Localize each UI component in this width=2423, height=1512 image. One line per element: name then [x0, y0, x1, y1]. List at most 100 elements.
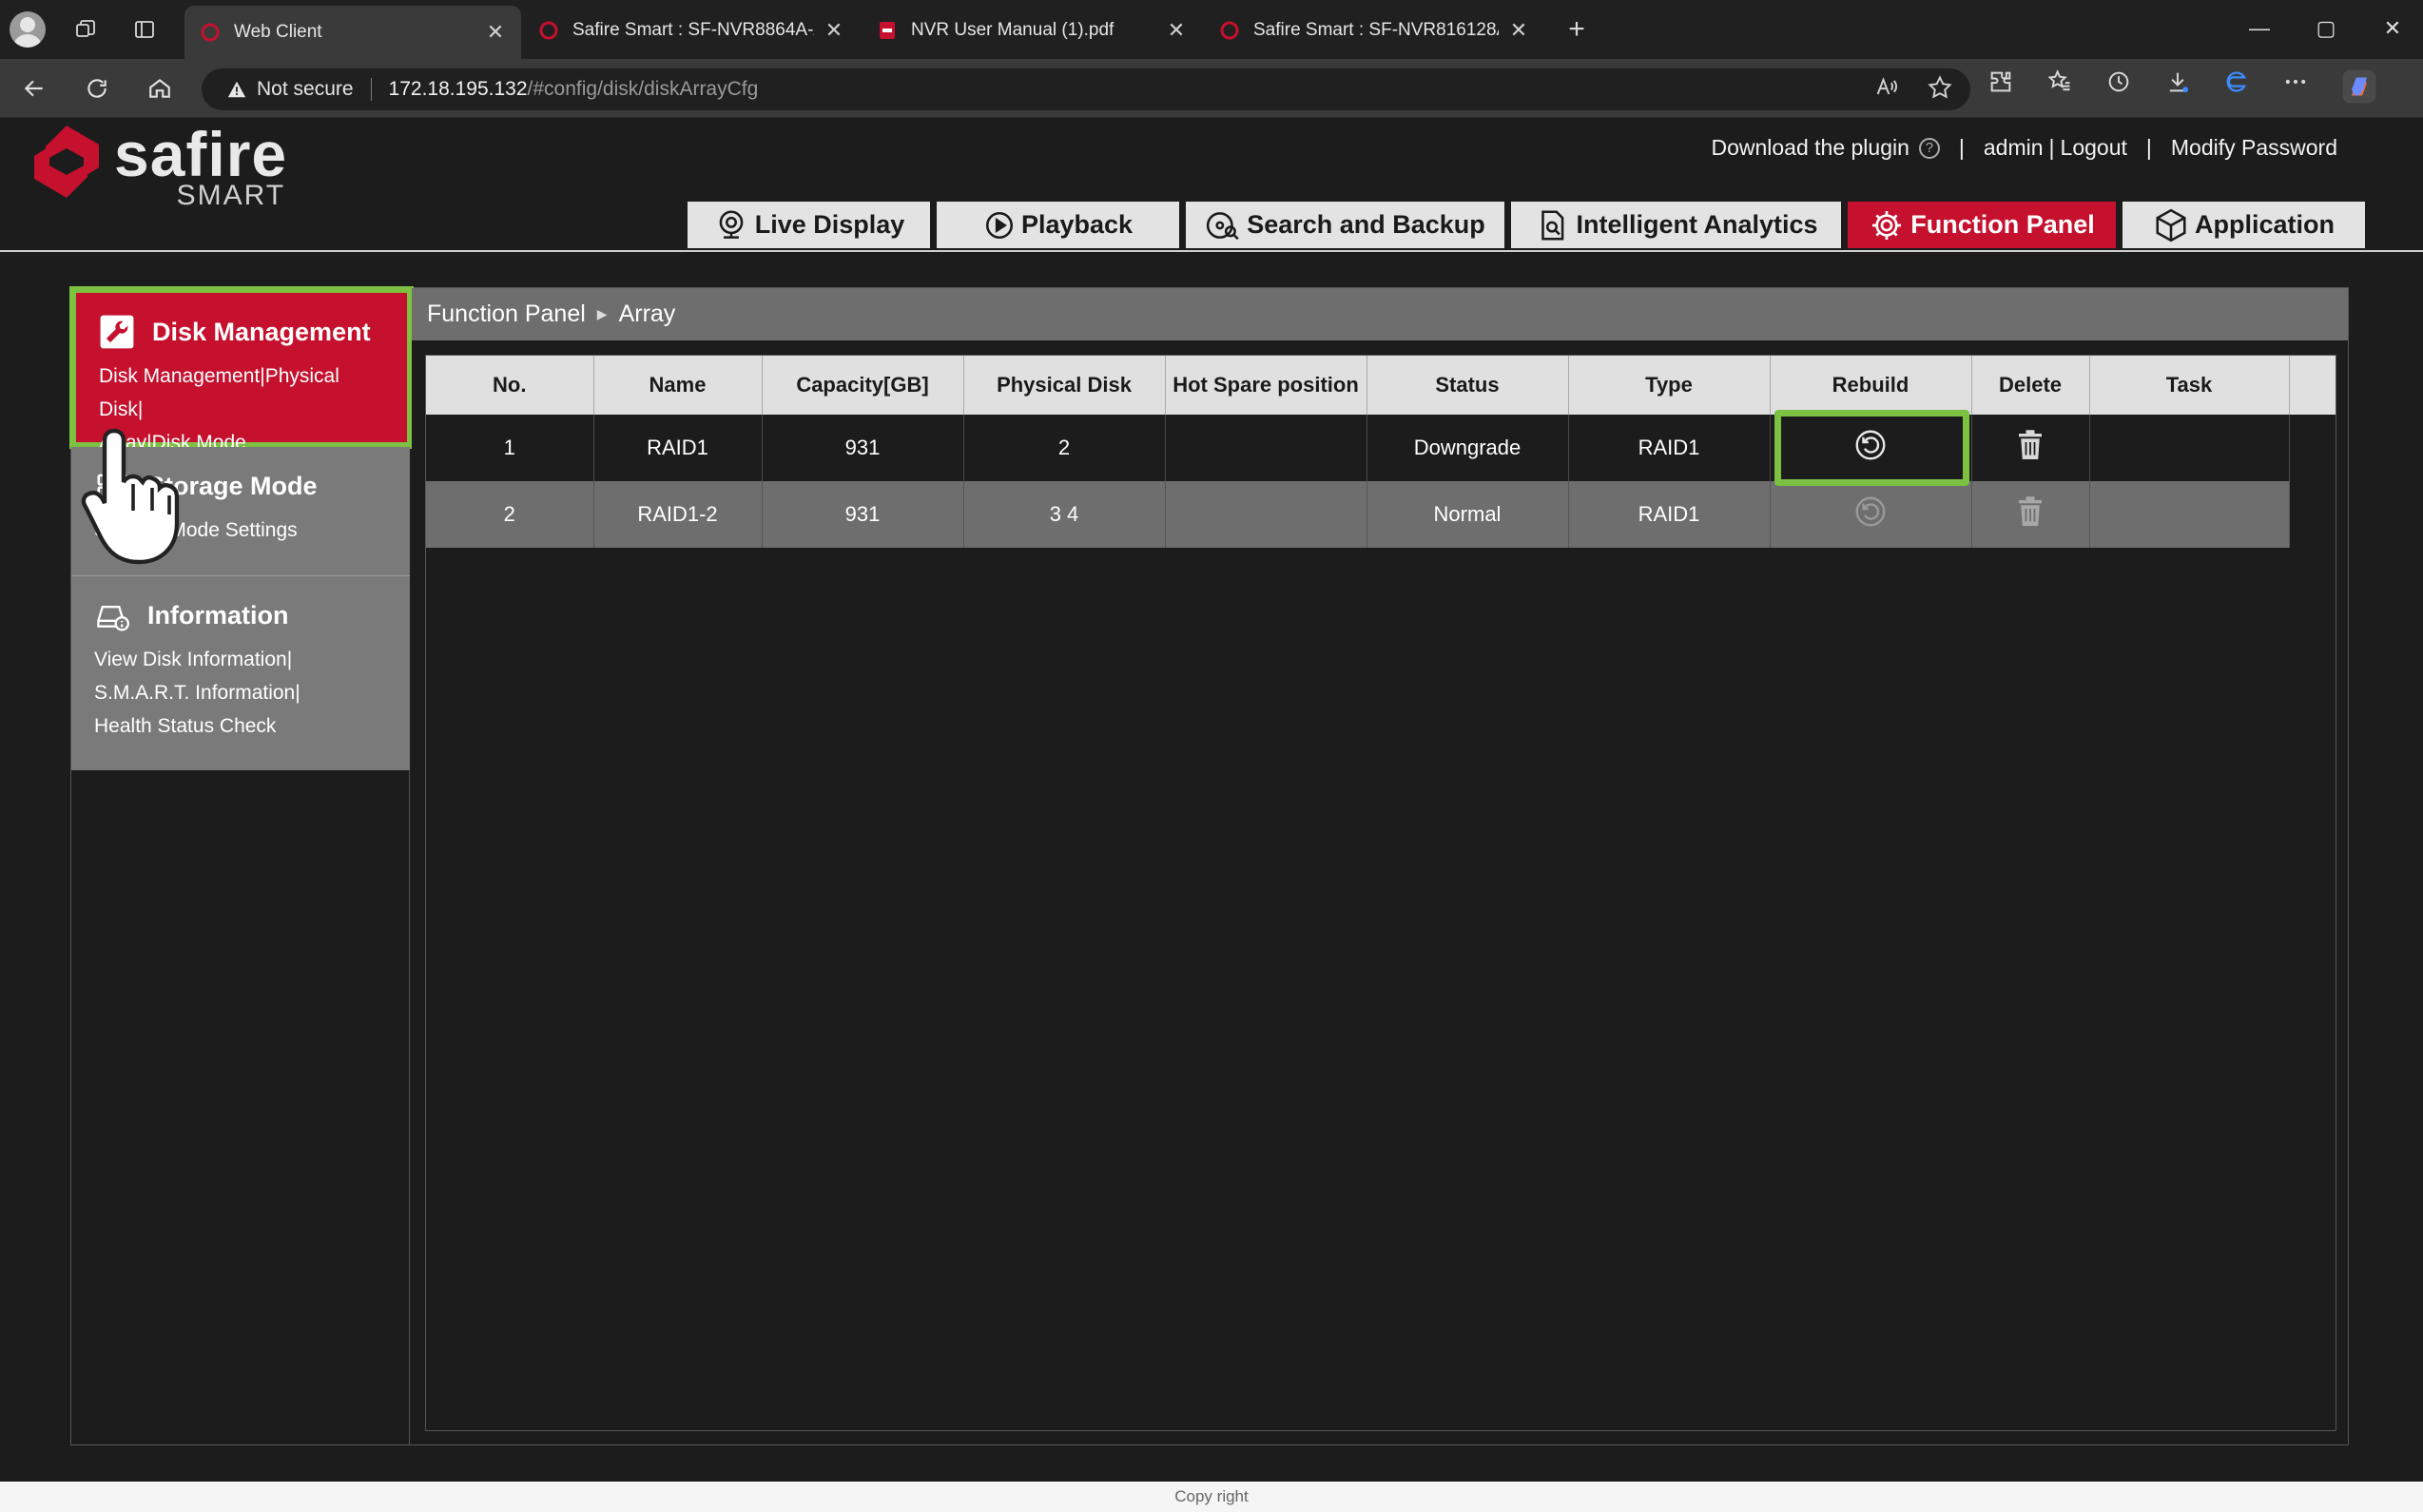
browser-tab-nvr816128[interactable]: Safire Smart : SF-NVR816128A-A3 ✕: [1204, 8, 1544, 53]
tab-label: Live Display: [754, 210, 905, 239]
tab-label: Safire Smart : SF-NVR8864A-A3: [572, 20, 814, 40]
column-header-capacity: Capacity[GB]: [762, 356, 964, 415]
vertical-tabs-icon[interactable]: [127, 12, 162, 47]
security-label: Not secure: [257, 78, 354, 100]
tab-label: Function Panel: [1910, 210, 2095, 239]
modify-password-link[interactable]: Modify Password: [2171, 135, 2337, 161]
window-close-button[interactable]: ✕: [2364, 10, 2421, 48]
home-icon[interactable]: [143, 71, 177, 106]
window-maximize-button[interactable]: ▢: [2297, 10, 2355, 48]
safire-favicon-icon: [539, 21, 558, 40]
cell-hot-spare: [1165, 415, 1367, 481]
trash-icon[interactable]: [2016, 495, 2045, 528]
cell-filler: [2289, 415, 2336, 481]
window-minimize-button[interactable]: —: [2231, 10, 2288, 48]
logout-link[interactable]: Logout: [2061, 135, 2127, 161]
url-path: /#config/disk/diskArrayCfg: [527, 78, 759, 100]
sidebar-group-information[interactable]: Information View Disk Information| S.M.A…: [71, 576, 410, 770]
cell-status: Downgrade: [1367, 415, 1569, 481]
hand-cursor-icon: [81, 428, 180, 565]
table-header-row: No. Name Capacity[GB] Physical Disk Hot …: [426, 356, 2336, 415]
separator: |: [2145, 135, 2152, 160]
gear-icon: [1872, 210, 1902, 240]
footer-copyright: Copy right: [0, 1482, 2423, 1512]
sidebar-links-line[interactable]: S.M.A.R.T. Information|: [94, 676, 391, 709]
copilot-icon[interactable]: [2341, 68, 2377, 105]
more-menu-icon[interactable]: [2282, 68, 2309, 95]
tab-application[interactable]: Application: [2123, 202, 2365, 248]
warning-triangle-icon: [227, 81, 246, 98]
trash-icon[interactable]: [2016, 429, 2045, 461]
array-table: No. Name Capacity[GB] Physical Disk Hot …: [426, 356, 2336, 548]
browser-tab-nvr8864[interactable]: Safire Smart : SF-NVR8864A-A3 ✕: [523, 8, 860, 53]
column-header-type: Type: [1568, 356, 1771, 415]
tab-close-icon[interactable]: ✕: [824, 18, 844, 43]
tab-label: Search and Backup: [1247, 210, 1485, 239]
url-host: 172.18.195.132: [388, 78, 528, 100]
downloads-icon[interactable]: [2164, 68, 2191, 95]
tab-playback[interactable]: Playback: [937, 202, 1179, 248]
app-header: safire SMART Download the plugin ? | adm…: [0, 118, 2423, 252]
tab-close-icon[interactable]: ✕: [1508, 18, 1529, 43]
tab-live-display[interactable]: Live Display: [688, 202, 930, 248]
browser-tab-bar: Web Client ✕ Safire Smart : SF-NVR8864A-…: [0, 0, 2423, 59]
url-field[interactable]: Not secure 172.18.195.132/#config/disk/d…: [202, 68, 1970, 110]
top-links: Download the plugin ? | admin | Logout |…: [1711, 135, 2337, 161]
refresh-icon[interactable]: [80, 71, 114, 106]
cell-no: 1: [426, 415, 594, 481]
history-icon[interactable]: [2105, 68, 2132, 95]
tab-close-icon[interactable]: ✕: [1166, 18, 1187, 43]
separator: |: [1958, 135, 1965, 160]
help-icon[interactable]: ?: [1918, 137, 1940, 159]
breadcrumb-arrow-icon: ▶: [596, 306, 608, 321]
sidebar-links-line[interactable]: Disk Management|Physical Disk|: [99, 359, 388, 426]
cell-delete: [1971, 481, 2090, 548]
favorites-list-icon[interactable]: [2046, 68, 2073, 95]
cell-capacity: 931: [762, 481, 964, 548]
url-divider: [370, 78, 372, 101]
column-header-delete: Delete: [1971, 356, 2090, 415]
tab-close-icon[interactable]: ✕: [485, 20, 506, 45]
separator: |: [2048, 135, 2055, 160]
cell-capacity: 931: [762, 415, 964, 481]
profile-avatar[interactable]: [10, 11, 46, 48]
extensions-icon[interactable]: [1987, 68, 2014, 95]
safire-logo: safire SMART: [32, 123, 287, 210]
tab-label: NVR User Manual (1).pdf: [911, 20, 1115, 40]
disc-search-icon: [1207, 211, 1239, 240]
workspaces-icon[interactable]: [68, 12, 103, 47]
download-plugin-link[interactable]: Download the plugin: [1711, 135, 1909, 161]
webcam-icon: [719, 209, 744, 239]
read-aloud-icon[interactable]: [1873, 74, 1900, 101]
column-header-task: Task: [2089, 356, 2290, 415]
cell-task: [2089, 415, 2290, 481]
edge-bar-icon[interactable]: [2223, 68, 2250, 95]
cell-hot-spare: [1165, 481, 1367, 548]
cell-type: RAID1: [1568, 415, 1771, 481]
array-panel: Function Panel ▶ Array No. Name Capacity…: [412, 288, 2348, 1444]
browser-tab-manual-pdf[interactable]: NVR User Manual (1).pdf ✕: [862, 8, 1202, 53]
not-secure-indicator[interactable]: Not secure: [226, 78, 354, 101]
rebuild-icon[interactable]: [1853, 494, 1888, 529]
column-header-filler: [2289, 356, 2336, 415]
sidebar-links-line[interactable]: View Disk Information|: [94, 643, 391, 676]
safire-logo-icon: [34, 126, 99, 198]
pdf-file-icon: [880, 22, 895, 39]
table-row: 1 RAID1 931 2 Downgrade RAID1: [426, 410, 2336, 486]
tab-search-and-backup[interactable]: Search and Backup: [1186, 202, 1504, 248]
new-tab-button[interactable]: +: [1560, 12, 1594, 47]
favorite-star-icon[interactable]: [1927, 74, 1953, 101]
main-navigation: Live Display Playback Search and Backup …: [688, 202, 2365, 248]
cell-name: RAID1-2: [593, 481, 763, 548]
browser-address-bar: Not secure 172.18.195.132/#config/disk/d…: [0, 59, 2423, 118]
column-header-rebuild: Rebuild: [1770, 356, 1972, 415]
browser-tab-web-client[interactable]: Web Client ✕: [184, 6, 521, 59]
back-arrow-icon[interactable]: [17, 71, 51, 106]
tab-intelligent-analytics[interactable]: Intelligent Analytics: [1511, 202, 1841, 248]
safire-favicon-icon: [201, 23, 220, 42]
sidebar-group-title: Disk Management: [152, 317, 371, 346]
breadcrumb-root[interactable]: Function Panel: [427, 300, 586, 328]
tab-function-panel[interactable]: Function Panel: [1848, 202, 2116, 248]
sidebar-links-line[interactable]: Health Status Check: [94, 709, 391, 743]
tab-label: Application: [2195, 210, 2335, 239]
